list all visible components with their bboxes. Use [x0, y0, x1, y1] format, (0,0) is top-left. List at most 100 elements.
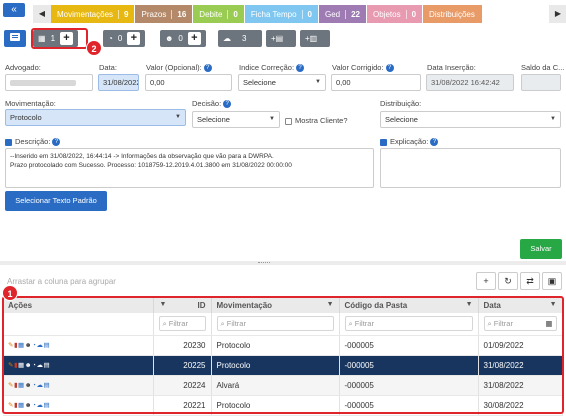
indice-correcao-value: Selecione — [243, 78, 276, 87]
tab-label: Distribuições — [429, 9, 475, 19]
select-standard-text-button[interactable]: Selecionar Texto Padrão — [5, 191, 107, 211]
mostra-cliente-checkbox[interactable]: Mostra Cliente? — [285, 116, 348, 125]
distribuicao-label: Distribuição: — [380, 99, 422, 108]
help-icon[interactable]: ? — [223, 100, 232, 109]
descricao-textarea[interactable]: --Inserido em 31/08/2022, 16:44:14 -> In… — [5, 148, 374, 188]
add-document-icon: +▤ — [271, 34, 284, 43]
decisao-label-text: Decisão: — [192, 99, 222, 108]
chevron-down-icon: ▼ — [550, 116, 556, 122]
valor-corrigido-field[interactable]: 0,00 — [331, 74, 421, 91]
movimentacao-select[interactable]: Protocolo ▼ — [5, 109, 186, 126]
help-icon[interactable]: ? — [203, 64, 212, 73]
explicacao-label: Explicação:? — [380, 137, 439, 147]
tab-distribuicoes[interactable]: Distribuições — [423, 5, 484, 23]
cloud-count: 3 — [242, 34, 247, 43]
decisao-value: Selecione — [197, 115, 230, 124]
valor-corrigido-label: Valor Corrigido:? — [332, 63, 394, 73]
valor-opcional-field[interactable]: 0,00 — [145, 74, 232, 91]
saldo-field — [521, 74, 561, 91]
collapse-panel-button[interactable]: « — [3, 3, 25, 17]
refresh-button[interactable]: ↻ — [498, 272, 518, 290]
delete-document-icon: +▥ — [305, 34, 318, 43]
clock-icon: ◔ — [108, 34, 113, 43]
chevron-down-icon: ▼ — [315, 79, 321, 85]
clock-count-button[interactable]: ◔ 0 + — [103, 30, 146, 47]
panel-splitter[interactable] — [0, 261, 566, 265]
tab-count: 0 — [227, 9, 238, 19]
distribuicao-select[interactable]: Selecione ▼ — [380, 111, 561, 128]
tab-label: Debite — [199, 9, 223, 19]
tabs-right-arrow-icon[interactable]: ▶ — [549, 5, 566, 23]
tab-count: 9 — [118, 9, 128, 19]
valor-corrigido-label-text: Valor Corrigido: — [332, 63, 384, 72]
data-insercao-label: Data Inserção: — [427, 63, 476, 72]
annotation-badge-2: 2 — [86, 40, 102, 56]
add-clock-plus-button[interactable]: + — [127, 32, 141, 45]
advogado-label: Advogado: — [5, 63, 41, 72]
tab-debite[interactable]: Debite 0 — [193, 5, 245, 23]
help-icon[interactable]: ? — [296, 64, 305, 73]
indice-correcao-label-text: Indice Correção: — [239, 63, 295, 72]
tab-label: Objetos — [373, 9, 401, 19]
export-icon: ▣ — [547, 276, 557, 286]
descricao-line-2: Prazo protocolado com Sucesso. Processo:… — [10, 162, 292, 169]
decisao-label: Decisão:? — [192, 99, 232, 109]
tab-prazos[interactable]: Prazos 16 — [135, 5, 194, 23]
checkbox-checked-icon[interactable] — [380, 138, 387, 146]
users-count: 0 — [178, 34, 183, 43]
tabs-left-arrow-icon[interactable]: ◀ — [33, 5, 51, 23]
splitter-grip-icon[interactable] — [258, 262, 270, 264]
tab-movimentacoes[interactable]: Movimentações 9 — [51, 5, 136, 23]
highlight-box-1 — [2, 296, 564, 414]
cloud-icon: ☁ — [223, 34, 231, 43]
export-button[interactable]: ▣ — [542, 272, 562, 290]
users-count-button[interactable]: ☻ 0 + — [160, 30, 206, 47]
valor-opcional-label-text: Valor (Opcional): — [146, 63, 202, 72]
tab-count: 0 — [405, 9, 416, 19]
tab-ficha-tempo[interactable]: Ficha Tempo 0 — [244, 5, 319, 23]
data-label: Data: — [99, 63, 117, 72]
advogado-field[interactable] — [5, 74, 93, 91]
tab-ged[interactable]: Ged 22 — [318, 5, 368, 23]
add-document-button[interactable]: +▤ — [266, 30, 296, 47]
highlight-box-2 — [31, 28, 88, 49]
valor-opcional-label: Valor (Opcional):? — [146, 63, 212, 73]
checkbox-checked-icon[interactable] — [5, 138, 12, 146]
decisao-select[interactable]: Selecione ▼ — [192, 111, 280, 128]
tab-count: 22 — [345, 9, 360, 19]
annotation-badge-1: 1 — [2, 285, 18, 301]
add-users-plus-button[interactable]: + — [187, 32, 201, 45]
indice-correcao-select[interactable]: Selecione ▼ — [238, 74, 326, 91]
saldo-label: Saldo da C... — [521, 63, 565, 72]
users-icon: ☻ — [165, 34, 174, 43]
group-by-hint: Arrastar a coluna para agrupar — [7, 277, 116, 286]
add-row-button[interactable]: + — [476, 272, 496, 290]
help-icon[interactable]: ? — [430, 138, 439, 147]
movimentacao-value: Protocolo — [10, 113, 42, 122]
mostra-cliente-label: Mostra Cliente? — [295, 116, 348, 125]
explicacao-textarea[interactable] — [380, 148, 561, 188]
data-insercao-field: 31/08/2022 16:42:42 — [426, 74, 514, 91]
swap-columns-button[interactable]: ⇄ — [520, 272, 540, 290]
help-icon[interactable]: ? — [52, 138, 61, 147]
descricao-label: Descrição:? — [5, 137, 61, 147]
tab-label: Movimentações — [57, 9, 114, 19]
descricao-line-1: --Inserido em 31/08/2022, 16:44:14 -> In… — [10, 153, 274, 160]
cloud-count-button[interactable]: ☁ 3 — [218, 30, 262, 47]
tab-objetos[interactable]: Objetos 0 — [367, 5, 424, 23]
descricao-label-text: Descrição: — [15, 137, 51, 146]
data-field[interactable]: 31/08/2022 — [98, 74, 139, 91]
plus-icon: + — [483, 276, 489, 286]
delete-document-button[interactable]: +▥ — [300, 30, 330, 47]
checkbox-icon[interactable] — [285, 117, 292, 125]
tab-count: 16 — [171, 9, 186, 19]
tabs-row: ◀ Movimentações 9 Prazos 16 Debite 0 Fic… — [33, 5, 484, 23]
list-view-icon[interactable] — [4, 30, 26, 47]
chevron-down-icon: ▼ — [269, 116, 275, 122]
clock-count: 0 — [117, 34, 123, 43]
help-icon[interactable]: ? — [385, 64, 394, 73]
tab-label: Ficha Tempo — [250, 9, 297, 19]
save-button[interactable]: Salvar — [520, 239, 562, 259]
chevron-down-icon: ▼ — [175, 114, 181, 120]
distribuicao-value: Selecione — [385, 115, 418, 124]
